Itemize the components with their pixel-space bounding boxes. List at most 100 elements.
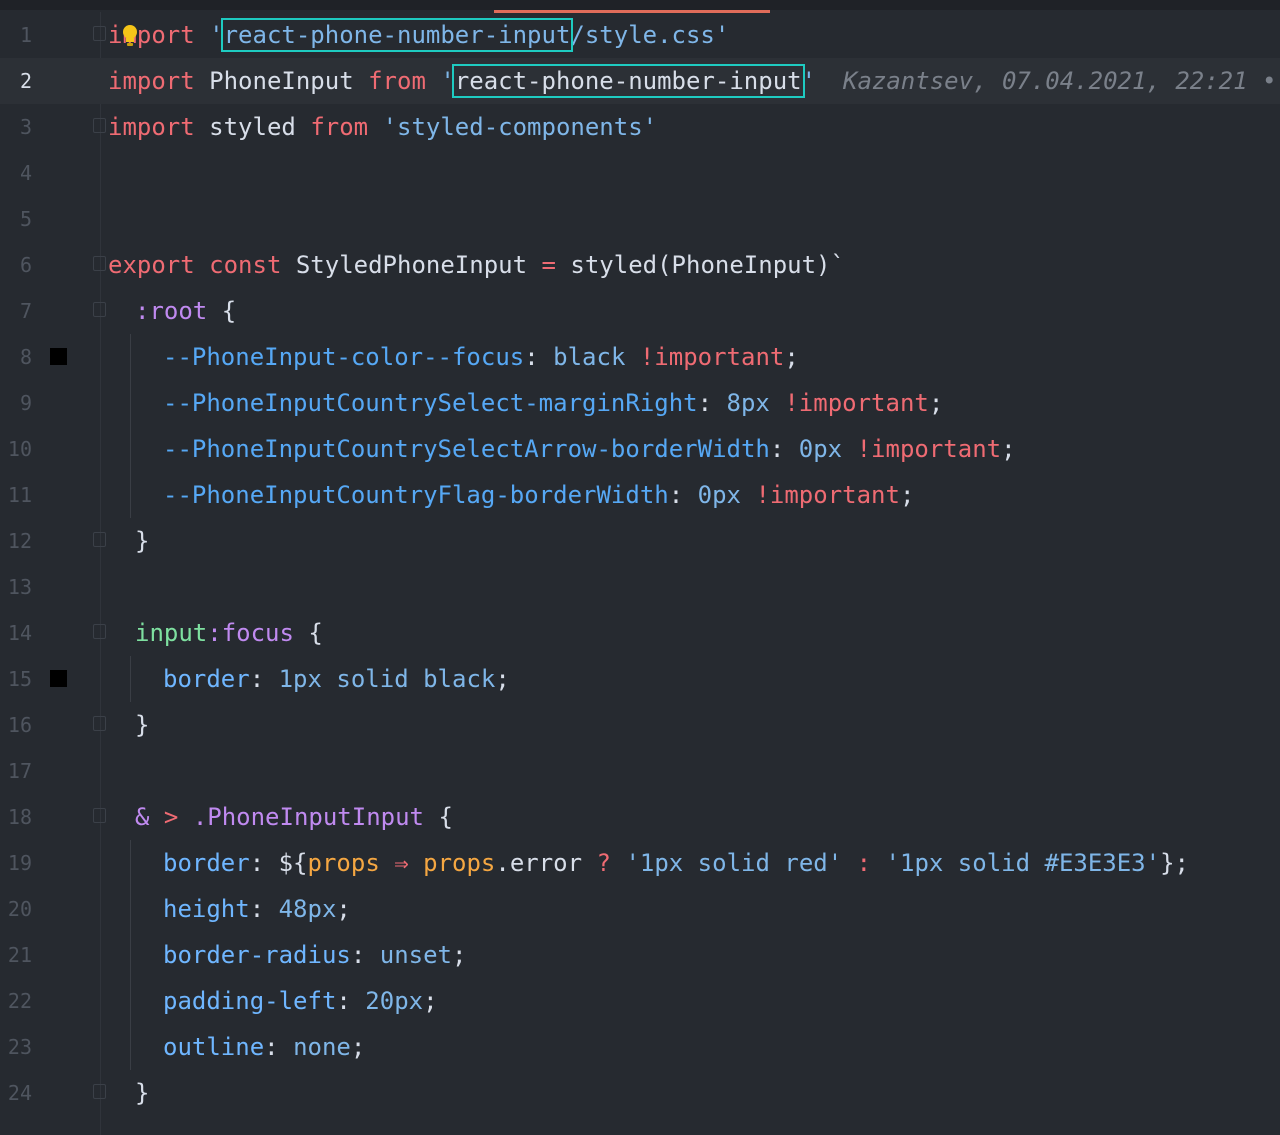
- class-selector: .PhoneInputInput: [192, 803, 424, 831]
- fold-icon[interactable]: [93, 808, 106, 823]
- code-text[interactable]: & > .PhoneInputInput {: [135, 802, 453, 832]
- line-number: 16: [7, 713, 32, 737]
- code-text[interactable]: border: ${props ⇒ props.error ? '1px sol…: [163, 848, 1189, 878]
- indent-guide: [130, 978, 131, 1024]
- line-number: 15: [7, 667, 32, 691]
- indent-guide: [130, 656, 131, 702]
- string: 'styled-components': [382, 113, 658, 141]
- code-line[interactable]: 14 input:focus {: [0, 610, 1280, 656]
- indent-guide: [130, 426, 131, 472]
- lightbulb-icon[interactable]: [121, 23, 139, 49]
- fold-icon[interactable]: [93, 256, 106, 271]
- code-line[interactable]: 5: [0, 196, 1280, 242]
- brace: }: [135, 1079, 150, 1107]
- code-line[interactable]: 7 :root {: [0, 288, 1280, 334]
- code-line[interactable]: 21 border-radius: unset;: [0, 932, 1280, 978]
- code-line[interactable]: 8 --PhoneInput-color--focus: black !impo…: [0, 334, 1280, 380]
- code-line[interactable]: 23 outline: none;: [0, 1024, 1280, 1070]
- semicolon: ;: [336, 895, 351, 923]
- operator: =: [541, 251, 556, 279]
- fold-icon[interactable]: [93, 1084, 106, 1099]
- color-swatch-icon[interactable]: [50, 348, 67, 365]
- value: unset: [379, 941, 452, 969]
- code-text[interactable]: import styled from 'styled-components': [108, 112, 657, 142]
- code-line[interactable]: 19 border: ${props ⇒ props.error ? '1px …: [0, 840, 1280, 886]
- code-text[interactable]: export const StyledPhoneInput = styled(P…: [108, 250, 845, 280]
- colon: :: [264, 1033, 279, 1061]
- keyword: from: [368, 67, 426, 95]
- value: 0px: [697, 481, 741, 509]
- code-text[interactable]: }: [135, 526, 149, 556]
- fold-icon[interactable]: [93, 118, 106, 133]
- code-line[interactable]: 12 }: [0, 518, 1280, 564]
- line-number: 20: [7, 897, 32, 921]
- code-text[interactable]: border-radius: unset;: [163, 940, 466, 970]
- code-text[interactable]: --PhoneInputCountrySelectArrow-borderWid…: [163, 434, 1016, 464]
- semicolon: ;: [1001, 435, 1016, 463]
- code-editor[interactable]: 1 import 'react-phone-number-input/style…: [0, 12, 1280, 1135]
- code-text[interactable]: outline: none;: [163, 1032, 365, 1062]
- code-line[interactable]: 11 --PhoneInputCountryFlag-borderWidth: …: [0, 472, 1280, 518]
- line-number: 22: [7, 989, 32, 1013]
- fold-icon[interactable]: [93, 26, 106, 41]
- semicolon: ;: [928, 389, 944, 417]
- string: '1px solid #E3E3E3': [885, 849, 1161, 877]
- code-text[interactable]: border: 1px solid black;: [163, 664, 510, 694]
- color-swatch-icon[interactable]: [50, 670, 67, 687]
- interpolation-open: ${: [278, 849, 308, 877]
- code-text[interactable]: height: 48px;: [163, 894, 351, 924]
- code-line-current[interactable]: 2 import PhoneInput from 'react-phone-nu…: [0, 58, 1280, 104]
- fold-icon[interactable]: [93, 532, 106, 547]
- colon: :: [249, 665, 265, 693]
- indent-guide: [130, 932, 131, 978]
- member: .error: [495, 849, 583, 877]
- code-line[interactable]: 22 padding-left: 20px;: [0, 978, 1280, 1024]
- indent-guide: [130, 840, 131, 886]
- css-variable: --PhoneInput-color--focus: [163, 343, 525, 371]
- code-text[interactable]: }: [135, 710, 149, 740]
- line-number: 23: [7, 1035, 32, 1059]
- git-blame-annotation[interactable]: Kazantsev, 07.04.2021, 22:21 •: [843, 66, 1276, 96]
- code-text[interactable]: input:focus {: [135, 618, 323, 648]
- code-line[interactable]: 17: [0, 748, 1280, 794]
- fold-icon[interactable]: [93, 624, 106, 639]
- code-line[interactable]: 1 import 'react-phone-number-input/style…: [0, 12, 1280, 58]
- code-text[interactable]: import PhoneInput from 'react-phone-numb…: [108, 64, 816, 98]
- line-number: 6: [19, 253, 32, 277]
- code-text[interactable]: --PhoneInput-color--focus: black !import…: [163, 342, 799, 372]
- indent-guide: [130, 886, 131, 932]
- code-text[interactable]: :root {: [135, 296, 236, 326]
- code-line[interactable]: 20 height: 48px;: [0, 886, 1280, 932]
- code-line[interactable]: 4: [0, 150, 1280, 196]
- fold-icon[interactable]: [93, 302, 106, 317]
- code-text[interactable]: padding-left: 20px;: [163, 986, 438, 1016]
- colon: :: [249, 849, 265, 877]
- css-property: border-radius: [163, 941, 351, 969]
- code-line[interactable]: 24 }: [0, 1070, 1280, 1116]
- fold-icon[interactable]: [93, 716, 106, 731]
- code-text[interactable]: --PhoneInputCountryFlag-borderWidth: 0px…: [163, 480, 914, 510]
- important: !important: [856, 435, 1002, 463]
- code-line[interactable]: 13: [0, 564, 1280, 610]
- identifier: PhoneInput: [209, 67, 354, 95]
- code-line[interactable]: 3 import styled from 'styled-components': [0, 104, 1280, 150]
- code-text[interactable]: --PhoneInputCountrySelect-marginRight: 8…: [163, 388, 943, 418]
- code-line[interactable]: 6 export const StyledPhoneInput = styled…: [0, 242, 1280, 288]
- line-number: 12: [7, 529, 32, 553]
- code-line[interactable]: 16 }: [0, 702, 1280, 748]
- line-number: 1: [19, 23, 32, 47]
- code-line[interactable]: 10 --PhoneInputCountrySelectArrow-border…: [0, 426, 1280, 472]
- css-variable: --PhoneInputCountrySelect-marginRight: [163, 389, 698, 417]
- line-number: 21: [7, 943, 32, 967]
- code-line[interactable]: 15 border: 1px solid black;: [0, 656, 1280, 702]
- selected-text: react-phone-number-input: [451, 64, 805, 98]
- code-text[interactable]: }: [135, 1078, 149, 1108]
- code-line[interactable]: 9 --PhoneInputCountrySelect-marginRight:…: [0, 380, 1280, 426]
- line-number: 3: [19, 115, 32, 139]
- string-quote: ': [209, 21, 224, 49]
- code-line[interactable]: 18 & > .PhoneInputInput {: [0, 794, 1280, 840]
- combinator: >: [163, 803, 179, 831]
- value: black: [553, 343, 626, 371]
- value: 1px solid black: [278, 665, 496, 693]
- code-text[interactable]: import 'react-phone-number-input/style.c…: [108, 18, 729, 52]
